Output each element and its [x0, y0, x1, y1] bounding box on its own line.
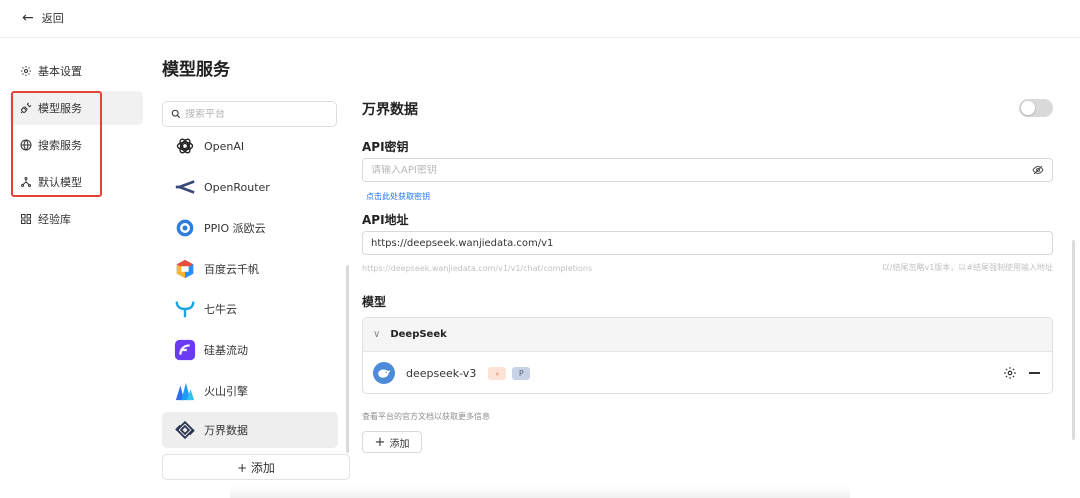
provider-name: 七牛云: [204, 303, 237, 316]
sidebar-item-label: 基本设置: [38, 65, 82, 78]
api-key-input[interactable]: [371, 164, 1032, 176]
sidebar-item-label: 经验库: [38, 213, 71, 226]
sidebar-item-model-service[interactable]: 模型服务: [10, 91, 143, 125]
top-bar: ← 返回: [0, 0, 1080, 38]
gear-icon: [21, 66, 31, 76]
models-label: 模型: [362, 295, 387, 309]
provider-item-volcengine[interactable]: 火山引擎: [162, 373, 338, 409]
back-label: 返回: [41, 12, 64, 25]
tool-tag-badge: ⸗: [488, 366, 507, 380]
provider-name: 万界数据: [204, 424, 248, 437]
plus-icon: +: [374, 434, 386, 450]
sidebar-item-default-model[interactable]: 默认模型: [10, 165, 143, 199]
model-row: deepseek-v3 ⸗ P: [363, 352, 1052, 393]
provider-item-openrouter[interactable]: OpenRouter: [162, 169, 338, 205]
p-tag-badge: P: [512, 366, 531, 380]
sidebar-item-search-service[interactable]: 搜索服务: [10, 128, 143, 162]
search-icon: [171, 109, 181, 119]
model-name: deepseek-v3: [406, 366, 477, 380]
get-api-key-link[interactable]: 点击此处获取密钥: [366, 191, 430, 202]
api-url-input[interactable]: [371, 237, 1044, 249]
provider-search-input[interactable]: [185, 108, 325, 120]
volcengine-logo-icon: [174, 380, 196, 402]
sidebar-item-knowledge-base[interactable]: 经验库: [10, 202, 143, 236]
siliconflow-logo-icon: [174, 339, 196, 361]
provider-name: 硅基流动: [204, 344, 248, 357]
api-key-field[interactable]: [362, 158, 1053, 182]
add-model-button[interactable]: + 添加: [362, 431, 422, 453]
qiniu-logo-icon: [174, 298, 196, 320]
back-button[interactable]: ← 返回: [22, 10, 64, 26]
model-group-header[interactable]: ∨ DeepSeek: [363, 318, 1052, 352]
model-group-name: DeepSeek: [390, 329, 447, 340]
globe-icon: [20, 139, 32, 151]
toggle-knob: [1021, 101, 1035, 115]
sidebar-item-basic-settings[interactable]: 基本设置: [10, 54, 143, 88]
arrow-left-icon: ←: [22, 10, 34, 26]
openai-logo-icon: [174, 135, 196, 157]
provider-name: OpenAI: [204, 139, 245, 153]
ppio-logo-icon: [174, 217, 196, 239]
provider-item-openai[interactable]: OpenAI: [162, 128, 338, 164]
wanjie-logo-icon: [174, 419, 196, 441]
docs-hint-text: 查看平台的官方文档以获取更多信息: [362, 412, 490, 421]
sidebar-item-label: 默认模型: [38, 176, 82, 189]
provider-list-scrollbar[interactable]: [346, 265, 349, 453]
provider-item-ppio[interactable]: PPIO 派欧云: [162, 210, 338, 246]
detail-scrollbar[interactable]: [1072, 240, 1075, 440]
grid-icon: [21, 214, 31, 224]
api-url-hint: 以/结尾忽略v1版本，以#结尾强制使用输入地址: [881, 263, 1053, 272]
remove-model-button[interactable]: [1029, 372, 1040, 374]
provider-name: OpenRouter: [204, 180, 270, 194]
provider-item-qiniu[interactable]: 七牛云: [162, 291, 338, 327]
provider-detail-title: 万界数据: [362, 102, 418, 118]
api-url-preview: https://deepseek.wanjiedata.com/v1/v1/ch…: [362, 264, 593, 273]
sidebar-item-label: 搜索服务: [38, 139, 82, 152]
baidu-qianfan-logo-icon: [174, 258, 196, 280]
add-model-label: 添加: [389, 438, 410, 450]
eye-off-icon[interactable]: [1032, 164, 1044, 176]
sidebar-item-label: 模型服务: [38, 102, 82, 115]
provider-item-siliconflow[interactable]: 硅基流动: [162, 332, 338, 368]
api-url-field[interactable]: [362, 231, 1053, 255]
add-provider-button[interactable]: + 添加: [162, 454, 350, 480]
provider-item-baidu-qianfan[interactable]: 百度云千帆: [162, 251, 338, 287]
provider-name: 火山引擎: [204, 385, 248, 398]
provider-name: PPIO 派欧云: [204, 222, 266, 235]
deepseek-whale-icon: [373, 362, 395, 384]
provider-item-wanjie[interactable]: 万界数据: [162, 412, 338, 448]
openrouter-logo-icon: [174, 176, 196, 198]
page-title: 模型服务: [162, 60, 230, 80]
provider-enable-toggle[interactable]: [1019, 99, 1053, 117]
api-key-label: API密钥: [362, 140, 409, 154]
model-settings-gear-icon[interactable]: [1003, 366, 1017, 380]
chevron-down-icon: ∨: [373, 329, 381, 340]
api-url-label: API地址: [362, 213, 409, 227]
model-group-deepseek: ∨ DeepSeek deepseek-v3 ⸗ P: [362, 317, 1053, 394]
bottom-shadow: [230, 486, 850, 498]
plug-icon: [20, 102, 32, 114]
network-icon: [21, 177, 31, 187]
provider-name: 百度云千帆: [204, 263, 259, 276]
provider-search-box[interactable]: [162, 101, 337, 127]
